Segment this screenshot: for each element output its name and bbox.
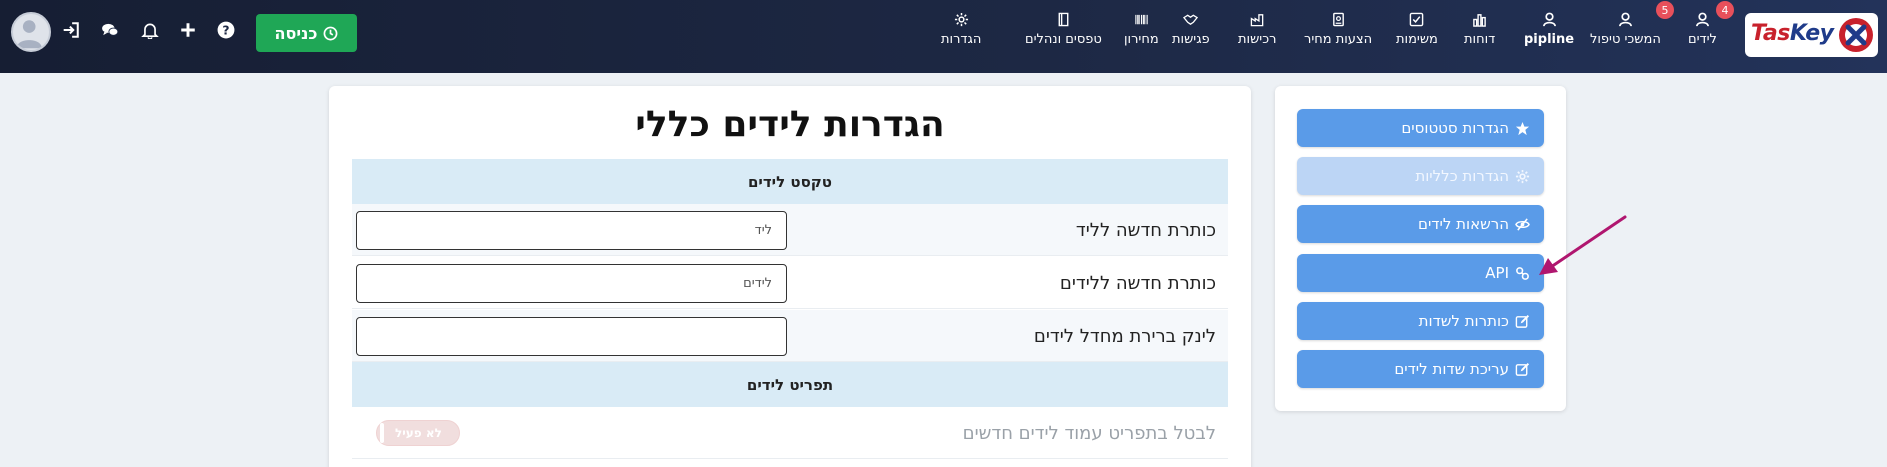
side-btn-lead-permissions[interactable]: הרשאות לידים xyxy=(1297,205,1544,243)
new-leads-title-input[interactable] xyxy=(356,264,787,303)
side-btn-label: עריכת שדות לידים xyxy=(1394,360,1509,378)
nav-label: מחירון xyxy=(1124,32,1159,47)
user-avatar[interactable] xyxy=(11,12,51,52)
industry-icon xyxy=(1248,10,1266,28)
nav-reports[interactable]: דוחות xyxy=(1464,10,1495,60)
section-header-leads-menu: תפריט לידים xyxy=(352,362,1228,407)
leads-count-badge: 4 xyxy=(1716,1,1734,19)
side-btn-edit-lead-fields[interactable]: עריכת שדות לידים xyxy=(1297,350,1544,388)
nav-leads[interactable]: לידים xyxy=(1688,10,1717,60)
checkin-label: כניסה xyxy=(274,23,318,43)
user-tie-icon xyxy=(1693,10,1711,28)
edit-icon xyxy=(1515,314,1530,328)
bell-icon xyxy=(141,23,159,39)
annotation-arrow-icon xyxy=(1539,215,1627,275)
nav-label: רכישות xyxy=(1238,32,1277,47)
settings-side-menu: הגדרות סטטוסים הגדרות כלליות הרשאות לידי… xyxy=(1275,86,1566,411)
add-button[interactable] xyxy=(176,18,200,42)
side-btn-label: API xyxy=(1485,264,1509,282)
nav-label: לידים xyxy=(1688,32,1717,47)
book-icon xyxy=(1054,10,1072,28)
nav-pricelist[interactable]: מחירון xyxy=(1124,10,1159,60)
user-tie-icon xyxy=(1616,10,1634,28)
logo-text: TasKey xyxy=(1751,21,1834,46)
nav-followups[interactable]: המשכי טיפול xyxy=(1590,10,1661,60)
nav-forms[interactable]: טפסים ונהלים xyxy=(1025,10,1102,60)
nav-label: פגישות xyxy=(1172,32,1210,47)
nav-settings[interactable]: הגדרות xyxy=(941,10,981,60)
chat-button[interactable] xyxy=(98,18,122,42)
nav-label: משימות xyxy=(1396,32,1438,47)
side-btn-label: הרשאות לידים xyxy=(1417,215,1509,233)
user-tie-icon xyxy=(1540,10,1558,28)
taskey-logo[interactable]: TasKey xyxy=(1745,13,1878,57)
nav-quotes[interactable]: הצעות מחיר xyxy=(1304,10,1372,60)
nav-pipeline[interactable]: pipline xyxy=(1524,10,1574,60)
star-icon xyxy=(1515,121,1530,135)
login-button[interactable] xyxy=(59,18,83,42)
settings-row: לינק ברירת מחדל לידים xyxy=(352,310,1228,362)
handshake-icon xyxy=(1182,10,1200,28)
page-title: הגדרות לידים כללי xyxy=(635,104,945,145)
link-icon xyxy=(1516,266,1529,280)
nav-meetings[interactable]: פגישות xyxy=(1172,10,1210,60)
svg-text:?: ? xyxy=(222,24,229,38)
side-btn-label: הגדרות כלליות xyxy=(1415,167,1509,185)
side-btn-api[interactable]: API xyxy=(1297,254,1544,292)
nav-purchases[interactable]: רכישות xyxy=(1238,10,1276,60)
followups-count-badge: 5 xyxy=(1656,1,1674,19)
checkin-button[interactable]: כניסה xyxy=(256,14,357,52)
sign-in-icon xyxy=(63,22,79,38)
nav-label: הגדרות xyxy=(941,32,982,47)
eye-slash-icon xyxy=(1515,217,1530,231)
side-btn-label: הגדרות סטטוסים xyxy=(1401,119,1509,137)
file-invoice-icon xyxy=(1329,10,1347,28)
nav-label: דוחות xyxy=(1464,32,1496,47)
nav-label: הצעות מחיר xyxy=(1304,32,1373,47)
leads-general-settings-card: הגדרות לידים כללי טקסט לידים כותרת חדשה … xyxy=(329,86,1251,467)
new-lead-title-input[interactable] xyxy=(356,211,787,250)
gear-icon xyxy=(1515,169,1530,183)
logo-mark-icon xyxy=(1839,18,1873,52)
default-leads-link-input[interactable] xyxy=(356,317,787,356)
user-silhouette-icon xyxy=(16,20,42,49)
disable-new-leads-page-toggle[interactable]: לא פעיל xyxy=(376,420,460,446)
section-header-leads-text: טקסט לידים xyxy=(352,159,1228,204)
check-square-icon xyxy=(1408,10,1426,28)
nav-label: טפסים ונהלים xyxy=(1025,32,1102,47)
barcode-icon xyxy=(1132,10,1150,28)
row-label: כותרת חדשה לליד xyxy=(1075,219,1216,241)
comments-icon xyxy=(102,23,119,36)
row-label: לינק ברירת מחדל לידים xyxy=(1033,325,1216,347)
side-btn-label: כותרות לשדות xyxy=(1418,312,1509,330)
side-btn-field-titles[interactable]: כותרות לשדות xyxy=(1297,302,1544,340)
nav-label: המשכי טיפול xyxy=(1590,32,1661,47)
plus-icon xyxy=(181,23,195,37)
bar-chart-icon xyxy=(1471,10,1489,28)
nav-label: pipline xyxy=(1524,32,1575,47)
row-label: כותרת חדשה ללידים xyxy=(1059,272,1216,294)
toggle-knob xyxy=(380,423,384,443)
notifications-button[interactable] xyxy=(138,18,162,42)
settings-row: כותרת חדשה לליד xyxy=(352,204,1228,256)
side-btn-status-settings[interactable]: הגדרות סטטוסים xyxy=(1297,109,1544,147)
question-circle-icon: ? xyxy=(217,21,235,39)
top-navbar: TasKey לידים 4 המשכי טיפול 5 pipline דוח… xyxy=(0,0,1887,73)
nav-tasks[interactable]: משימות xyxy=(1396,10,1438,60)
side-btn-general-settings[interactable]: הגדרות כלליות xyxy=(1297,157,1544,195)
settings-row: לבטל בתפריט עמוד לידים חדשים לא פעיל xyxy=(352,407,1228,459)
settings-row: כותרת חדשה ללידים xyxy=(352,257,1228,309)
help-button[interactable]: ? xyxy=(214,18,238,42)
gear-icon xyxy=(952,10,970,28)
edit-icon xyxy=(1515,362,1530,376)
clock-icon xyxy=(324,26,338,40)
row-label: לבטל בתפריט עמוד לידים חדשים xyxy=(962,422,1216,444)
toggle-state-label: לא פעיל xyxy=(395,426,442,440)
